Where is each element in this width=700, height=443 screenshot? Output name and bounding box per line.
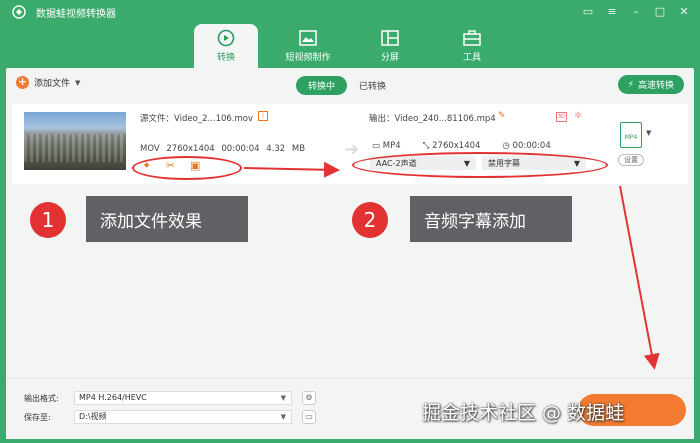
tab-tools-label: 工具 [462,53,481,63]
arrow-right-icon: ➜ [344,139,360,160]
fast-convert-label: 高速转换 [637,81,674,91]
merge-icon[interactable]: ≑ [574,110,582,121]
save-to-label: 保存至: [24,413,51,422]
short-video-icon [297,29,319,47]
add-file-button[interactable]: + 添加文件 ▼ [16,76,80,89]
app-title: 数据蛙视频转换器 [36,9,116,20]
convert-icon [215,29,237,47]
convert-toolbar: + 添加文件 ▼ 转换中 已转换 ⚡ 高速转换 [6,72,694,98]
output-filename: 输出：Video_240...81106.mp4 [369,114,496,124]
highlight-edit-tools [132,156,242,180]
plus-icon: + [16,75,29,89]
format-settings-icon[interactable]: ⚙ [302,391,316,405]
minimize-icon[interactable]: – [628,3,644,19]
output-format-icon[interactable]: MP4 [620,122,642,148]
watermark: 掘金技术社区 @ 数据蛙 [422,402,625,424]
source-filename: 源文件：Video_2...106.mov [140,114,254,124]
3d-icon[interactable]: 3D [556,112,567,122]
tab-convert[interactable]: 转换 [194,24,258,68]
toolbox-icon [461,29,483,47]
save-path-select[interactable]: D:\视频 ▼ [74,410,292,424]
chevron-down-icon: ▼ [280,413,286,421]
close-icon[interactable]: ✕ [676,3,692,19]
app-logo-icon [12,5,26,19]
format-dropdown-icon[interactable]: ▼ [646,129,651,137]
main-nav: 转换 短视频制作 分屏 工具 [0,22,700,68]
message-icon[interactable]: ▭ [580,3,596,19]
output-format-text: ▭ MP4 [372,141,401,151]
tab-tools[interactable]: 工具 [440,24,504,68]
split-screen-icon [379,29,401,47]
output-meta: ▭ MP4 ⤡ 2760x1404 ◷ 00:00:04 [372,141,551,151]
output-format-label: 输出格式: [24,394,59,403]
source-meta: MOV 2760x1404 00:00:04 4.32 MB [140,144,306,154]
settings-button[interactable]: 设置 [618,154,644,166]
tab-short-video-label: 短视频制作 [285,53,331,63]
annotation-label-1: 添加文件效果 [86,196,248,242]
title-bar: 数据蛙视频转换器 ▭ ≡ – □ ✕ [0,0,700,24]
output-format-select[interactable]: MP4 H.264/HEVC ▼ [74,391,292,405]
annotation-number-2: 2 [352,202,388,238]
video-thumbnail[interactable] [24,112,126,170]
folder-icon[interactable]: ▭ [302,410,316,424]
segment-converting[interactable]: 转换中 [296,76,348,95]
output-duration-text: ◷ 00:00:04 [502,141,551,151]
output-resolution-text: ⤡ 2760x1404 [422,141,481,151]
tab-split-screen-label: 分屏 [380,53,399,63]
tab-short-video[interactable]: 短视频制作 [276,24,340,68]
annotation-number-1: 1 [30,202,66,238]
fast-convert-button[interactable]: ⚡ 高速转换 [617,75,684,94]
source-info-icon[interactable]: i [258,111,268,121]
edit-pencil-icon[interactable]: ✎ [498,111,506,121]
chevron-down-icon: ▼ [75,78,81,87]
annotation-label-2: 音频字幕添加 [410,196,572,242]
tab-convert-label: 转换 [216,53,235,63]
chevron-down-icon: ▼ [280,394,286,402]
status-segment: 转换中 已转换 [296,76,398,95]
lightning-icon: ⚡ [627,79,634,90]
menu-icon[interactable]: ≡ [604,3,620,19]
highlight-audio-subtitle [352,152,608,178]
tab-split-screen[interactable]: 分屏 [358,24,422,68]
segment-converted[interactable]: 已转换 [347,76,398,95]
maximize-icon[interactable]: □ [652,3,668,19]
add-file-label: 添加文件 [34,79,71,89]
